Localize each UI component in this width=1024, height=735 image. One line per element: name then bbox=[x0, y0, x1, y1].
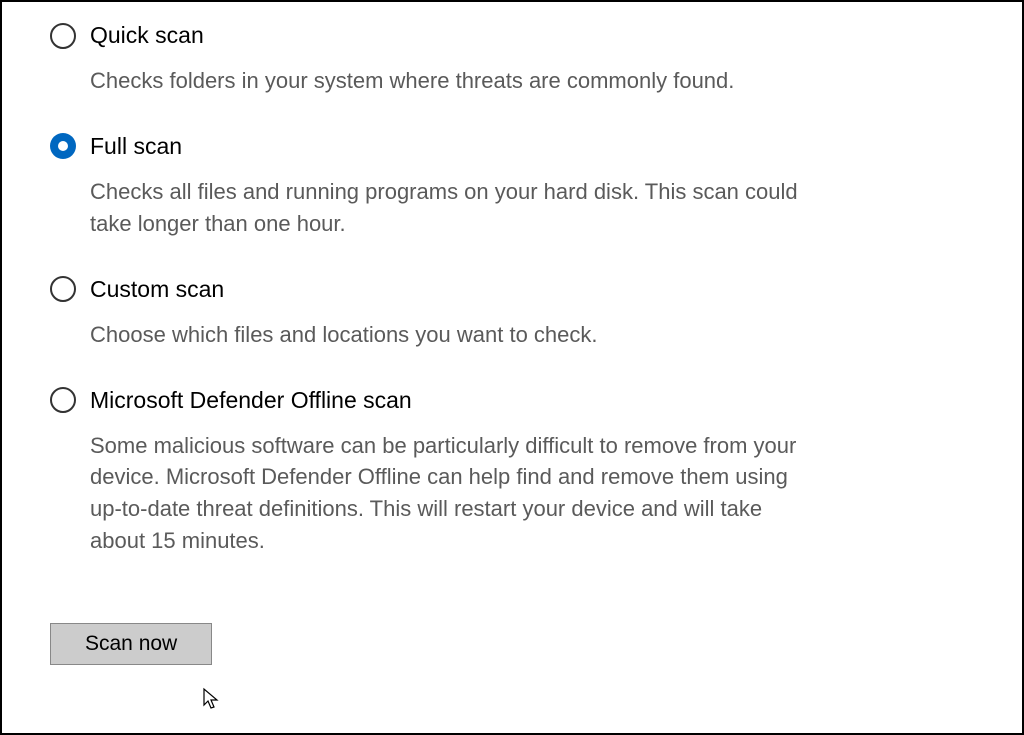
option-description: Choose which files and locations you wan… bbox=[90, 319, 810, 351]
radio-row-custom[interactable]: Custom scan bbox=[50, 276, 974, 303]
radio-row-offline[interactable]: Microsoft Defender Offline scan bbox=[50, 387, 974, 414]
option-description: Checks all files and running programs on… bbox=[90, 176, 810, 240]
radio-icon-selected bbox=[50, 133, 76, 159]
radio-icon bbox=[50, 276, 76, 302]
option-description: Some malicious software can be particula… bbox=[90, 430, 810, 558]
option-title: Custom scan bbox=[90, 276, 224, 303]
radio-row-quick[interactable]: Quick scan bbox=[50, 22, 974, 49]
option-description: Checks folders in your system where thre… bbox=[90, 65, 810, 97]
option-title: Microsoft Defender Offline scan bbox=[90, 387, 412, 414]
radio-row-full[interactable]: Full scan bbox=[50, 133, 974, 160]
radio-icon bbox=[50, 387, 76, 413]
scan-option-offline: Microsoft Defender Offline scan Some mal… bbox=[50, 387, 974, 558]
scan-now-button[interactable]: Scan now bbox=[50, 623, 212, 665]
radio-icon bbox=[50, 23, 76, 49]
scan-option-quick: Quick scan Checks folders in your system… bbox=[50, 22, 974, 97]
cursor-icon bbox=[202, 687, 222, 711]
scan-option-full: Full scan Checks all files and running p… bbox=[50, 133, 974, 240]
option-title: Quick scan bbox=[90, 22, 204, 49]
scan-option-custom: Custom scan Choose which files and locat… bbox=[50, 276, 974, 351]
option-title: Full scan bbox=[90, 133, 182, 160]
